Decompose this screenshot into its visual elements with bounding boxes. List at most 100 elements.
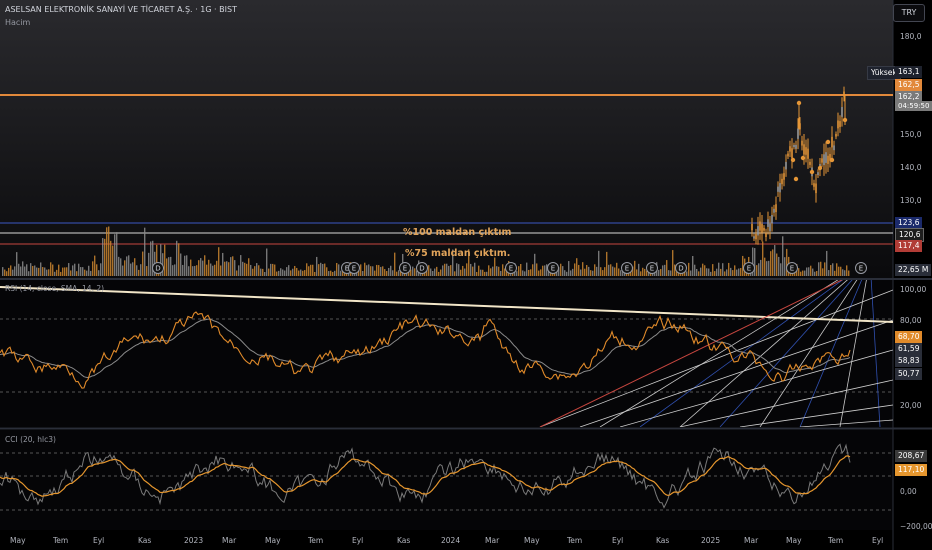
- volume-bar: [446, 263, 448, 276]
- volume-bar: [492, 266, 494, 276]
- volume-bar: [428, 265, 430, 276]
- volume-bar: [88, 265, 90, 276]
- volume-bar: [64, 267, 66, 276]
- volume-bar: [668, 270, 670, 276]
- volume-bar: [382, 266, 384, 276]
- time-axis-label: 2023: [184, 536, 204, 545]
- volume-bar: [218, 247, 220, 276]
- volume-bar: [640, 271, 642, 276]
- event-marker: D: [675, 262, 687, 274]
- volume-bar: [830, 265, 832, 276]
- volume-bar: [146, 266, 148, 276]
- volume-bar: [832, 263, 834, 276]
- volume-bar: [300, 269, 302, 276]
- volume-bar: [388, 267, 390, 276]
- volume-bar: [376, 264, 378, 276]
- price-candle-body: [761, 223, 763, 233]
- volume-bar: [294, 265, 296, 276]
- volume-bar: [838, 266, 840, 276]
- price-marker: [817, 165, 823, 171]
- volume-bar: [258, 265, 260, 276]
- volume-bar: [706, 268, 708, 276]
- price-candle-body: [787, 153, 789, 157]
- volume-bar: [488, 265, 490, 276]
- volume-bar: [198, 260, 200, 276]
- chart-title[interactable]: ASELSAN ELEKTRONİK SANAYİ VE TİCARET A.Ş…: [5, 5, 237, 14]
- event-marker-label: D: [155, 265, 160, 273]
- volume-bar: [290, 270, 292, 276]
- event-marker-label: E: [650, 265, 654, 273]
- volume-bar: [808, 267, 810, 276]
- volume-bar: [296, 267, 298, 276]
- volume-bar: [722, 263, 724, 276]
- volume-bar: [776, 253, 778, 276]
- volume-label[interactable]: Hacim: [5, 18, 30, 27]
- event-marker-label: E: [747, 265, 751, 273]
- volume-bar: [140, 264, 142, 276]
- volume-bar: [430, 268, 432, 276]
- volume-bar: [28, 271, 30, 276]
- volume-bar: [690, 270, 692, 276]
- event-marker-label: D: [678, 265, 683, 273]
- event-marker: E: [621, 262, 633, 274]
- volume-bar: [778, 256, 780, 276]
- volume-bar: [360, 264, 362, 276]
- volume-bar: [60, 271, 62, 276]
- volume-bar: [716, 268, 718, 276]
- volume-bar: [184, 255, 186, 276]
- volume-bar: [666, 260, 668, 276]
- volume-bar: [380, 266, 382, 276]
- volume-bar: [40, 262, 42, 276]
- volume-bar: [818, 262, 820, 276]
- volume-bar: [474, 262, 476, 276]
- price-candle-body: [777, 186, 779, 192]
- volume-bar: [754, 248, 756, 276]
- volume-bar: [848, 270, 850, 276]
- volume-bar: [762, 241, 764, 276]
- volume-bar: [720, 268, 722, 276]
- cci-legend[interactable]: CCI (20, hlc3): [5, 435, 56, 444]
- volume-bar: [264, 271, 266, 276]
- price-candle-body: [751, 224, 753, 231]
- volume-bar: [390, 265, 392, 276]
- volume-bar: [828, 270, 830, 276]
- volume-bar: [528, 269, 530, 276]
- rsi-legend[interactable]: RSI (14, close, SMA, 14, 2): [5, 284, 104, 293]
- volume-bar: [30, 263, 32, 276]
- volume-bar: [566, 271, 568, 276]
- annotation-exit-75[interactable]: %75 maldan çıktım.: [405, 248, 510, 259]
- volume-bar: [100, 263, 102, 276]
- volume-bar: [4, 269, 6, 276]
- volume-bar: [544, 265, 546, 276]
- volume-bar: [364, 262, 366, 276]
- annotation-exit-100[interactable]: %100 maldan çıktım: [403, 227, 511, 238]
- volume-bar: [10, 265, 12, 276]
- time-axis-label: Tem: [53, 536, 69, 545]
- cci-tick: 0,00: [900, 487, 917, 496]
- volume-bar: [538, 270, 540, 276]
- price-candle-body: [767, 219, 769, 227]
- volume-bar: [310, 264, 312, 276]
- price-marker: [829, 157, 835, 163]
- currency-button[interactable]: TRY: [893, 4, 925, 22]
- price-marker: [800, 155, 806, 161]
- volume-bar: [332, 271, 334, 276]
- volume-bar: [58, 264, 60, 276]
- time-axis-label: Kas: [397, 536, 411, 545]
- volume-bar: [660, 269, 662, 276]
- volume-bar: [22, 261, 24, 276]
- price-candle-body: [801, 140, 803, 146]
- price-candle-body: [765, 232, 767, 238]
- volume-bar: [8, 267, 10, 276]
- volume-bar: [322, 264, 324, 276]
- event-marker: E: [646, 262, 658, 274]
- volume-bar: [806, 267, 808, 276]
- volume-bar: [480, 269, 482, 276]
- time-axis[interactable]: May Tem Eyl Kas 2023 Mar May Tem Eyl Kas 2024 Mar Ma…: [0, 530, 893, 550]
- volume-bar: [372, 266, 374, 276]
- volume-bar: [594, 264, 596, 276]
- event-marker: E: [743, 262, 755, 274]
- volume-bar: [72, 265, 74, 276]
- chart-canvas[interactable]: DEEEDEEEEDEEE: [0, 0, 932, 550]
- volume-bar: [134, 258, 136, 276]
